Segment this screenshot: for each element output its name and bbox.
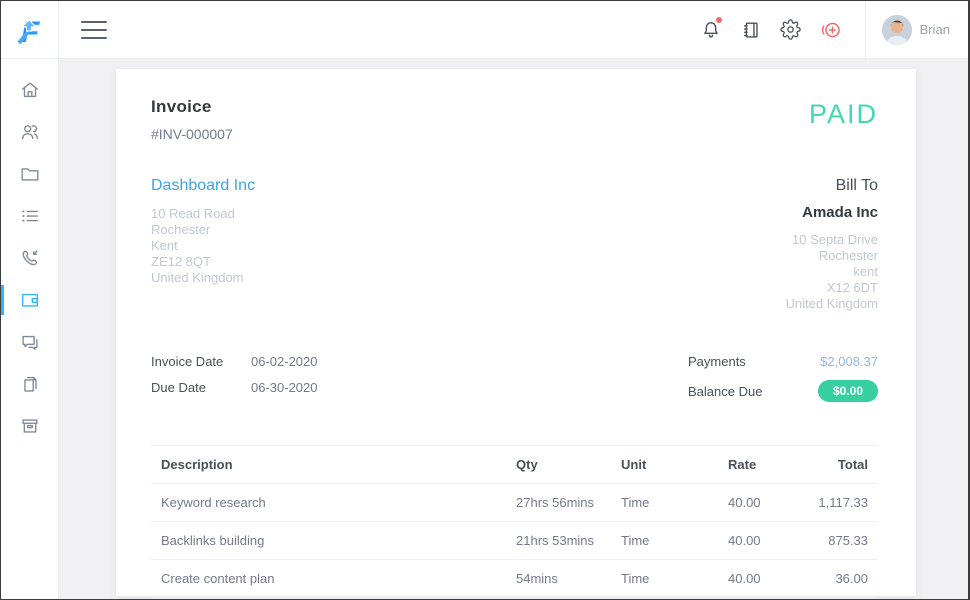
- company-from-block: Dashboard Inc 10 Read Road Rochester Ken…: [151, 177, 255, 312]
- cell-rate: 40.00: [718, 484, 791, 522]
- from-address-line: United Kingdom: [151, 270, 255, 286]
- cell-unit: Time: [611, 484, 718, 522]
- billto-address-line: X12 6DT: [786, 280, 879, 296]
- due-date-value: 06-30-2020: [251, 380, 318, 395]
- user-menu[interactable]: Brian: [865, 1, 968, 59]
- sidebar-item-calls[interactable]: [1, 237, 58, 279]
- phone-incoming-icon: [19, 247, 41, 269]
- settings-button[interactable]: [771, 1, 811, 59]
- billto-address-line: United Kingdom: [786, 296, 879, 312]
- home-icon: [19, 79, 41, 101]
- topbar-actions: Brian: [691, 1, 968, 58]
- billto-address-line: Rochester: [786, 248, 879, 264]
- col-unit: Unit: [611, 446, 718, 484]
- cell-total: 36.00: [791, 560, 878, 598]
- table-header-row: Description Qty Unit Rate Total: [151, 446, 878, 484]
- invoice-title: Invoice: [151, 97, 233, 117]
- cell-rate: 40.00: [718, 560, 791, 598]
- col-rate: Rate: [718, 446, 791, 484]
- cell-unit: Time: [611, 560, 718, 598]
- bill-to-block: Bill To Amada Inc 10 Septa Drive Rochest…: [786, 177, 879, 312]
- wallet-invoice-icon: [19, 289, 41, 311]
- user-name: Brian: [920, 22, 950, 37]
- due-date-label: Due Date: [151, 380, 251, 395]
- cell-description: Create content plan: [151, 560, 506, 598]
- from-address-line: Rochester: [151, 222, 255, 238]
- sidebar: [1, 59, 59, 599]
- notification-badge-dot: [716, 17, 722, 23]
- main-content: Invoice #INV-000007 PAID Dashboard Inc 1…: [59, 59, 968, 599]
- topbar: F: [1, 1, 968, 59]
- gear-icon: [780, 19, 801, 40]
- avatar: [882, 15, 912, 45]
- cell-rate: 40.00: [718, 522, 791, 560]
- invoice-card: Invoice #INV-000007 PAID Dashboard Inc 1…: [116, 69, 916, 596]
- documents-icon: [19, 373, 41, 395]
- cell-description: Backlinks building: [151, 522, 506, 560]
- col-qty: Qty: [506, 446, 611, 484]
- table-row[interactable]: Backlinks building 21hrs 53mins Time 40.…: [151, 522, 878, 560]
- app-logo[interactable]: F: [1, 1, 59, 58]
- cell-qty: 54mins: [506, 560, 611, 598]
- col-total: Total: [791, 446, 878, 484]
- sidebar-item-chat[interactable]: [1, 321, 58, 363]
- cell-unit: Time: [611, 522, 718, 560]
- cell-total: 1,117.33: [791, 484, 878, 522]
- table-row[interactable]: Keyword research 27hrs 56mins Time 40.00…: [151, 484, 878, 522]
- bill-to-name: Amada Inc: [786, 204, 879, 221]
- payments-value[interactable]: $2,008.37: [820, 354, 878, 369]
- notebook-icon: [740, 19, 762, 41]
- sidebar-item-invoices[interactable]: [1, 279, 58, 321]
- cell-qty: 21hrs 53mins: [506, 522, 611, 560]
- bill-to-label: Bill To: [786, 177, 879, 195]
- status-paid-label: PAID: [809, 99, 878, 130]
- from-address-line: 10 Read Road: [151, 206, 255, 222]
- dates-block: Invoice Date 06-02-2020 Due Date 06-30-2…: [151, 354, 318, 413]
- sidebar-item-documents[interactable]: [1, 363, 58, 405]
- amounts-block: Payments $2,008.37 Balance Due $0.00: [688, 354, 878, 413]
- folder-icon: [19, 163, 41, 185]
- brand-logo-icon: F: [12, 12, 48, 48]
- sidebar-item-projects[interactable]: [1, 153, 58, 195]
- billto-address-line: kent: [786, 264, 879, 280]
- sidebar-item-tasks[interactable]: [1, 195, 58, 237]
- balance-due-label: Balance Due: [688, 384, 762, 399]
- billto-address-line: 10 Septa Drive: [786, 232, 879, 248]
- payments-label: Payments: [688, 354, 746, 369]
- cell-qty: 27hrs 56mins: [506, 484, 611, 522]
- from-address-line: Kent: [151, 238, 255, 254]
- sidebar-item-contacts[interactable]: [1, 111, 58, 153]
- app-window: F: [0, 0, 970, 600]
- company-name-link[interactable]: Dashboard Inc: [151, 177, 255, 195]
- notebook-button[interactable]: [731, 1, 771, 59]
- list-icon: [19, 205, 41, 227]
- menu-toggle-button[interactable]: [81, 21, 107, 39]
- record-add-icon: [819, 18, 843, 42]
- line-items-table: Description Qty Unit Rate Total Keyword …: [151, 445, 878, 598]
- sidebar-item-home[interactable]: [1, 69, 58, 111]
- cell-description: Keyword research: [151, 484, 506, 522]
- col-description: Description: [151, 446, 506, 484]
- invoice-date-label: Invoice Date: [151, 354, 251, 369]
- cell-total: 875.33: [791, 522, 878, 560]
- table-row[interactable]: Create content plan 54mins Time 40.00 36…: [151, 560, 878, 598]
- invoice-number: #INV-000007: [151, 126, 233, 142]
- contacts-icon: [19, 121, 41, 143]
- chat-icon: [19, 331, 41, 353]
- quick-add-record-button[interactable]: [811, 1, 851, 59]
- notifications-button[interactable]: [691, 1, 731, 59]
- archive-icon: [19, 415, 41, 437]
- invoice-date-value: 06-02-2020: [251, 354, 318, 369]
- balance-due-badge: $0.00: [818, 380, 878, 402]
- from-address-line: ZE12 8QT: [151, 254, 255, 270]
- sidebar-item-archive[interactable]: [1, 405, 58, 447]
